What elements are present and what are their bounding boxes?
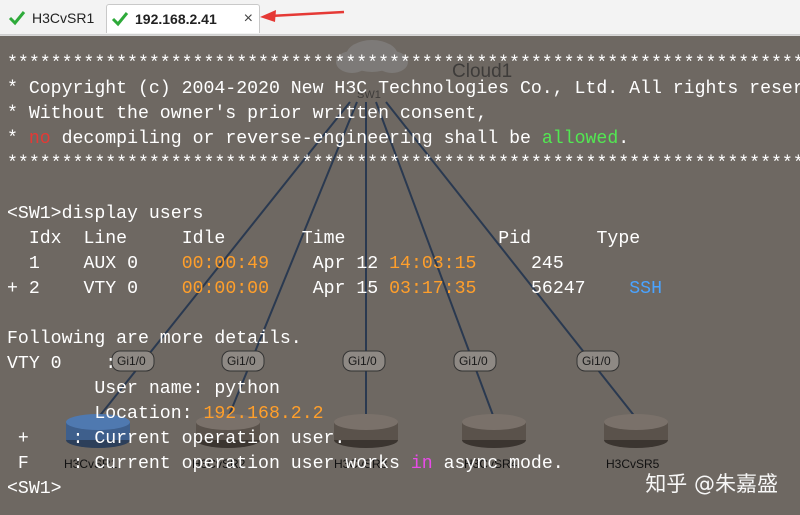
row-idle: 00:00:49 <box>181 254 270 274</box>
header-idle: Idle <box>181 229 226 249</box>
header-time: Time <box>301 229 346 249</box>
row-date: Apr 15 <box>312 279 379 299</box>
header-type: Type <box>596 229 641 249</box>
row-idle: 00:00:00 <box>181 279 270 299</box>
row-date: Apr 12 <box>312 254 379 274</box>
row-idx: 2 <box>28 279 40 299</box>
tab-label: H3CvSR1 <box>32 10 95 26</box>
row-mark: + <box>7 279 29 299</box>
legend-plus: + : Current operation user. <box>7 429 346 449</box>
connected-check-icon <box>111 12 129 27</box>
banner-copyright: * Copyright (c) 2004-2020 New H3C Techno… <box>7 79 800 99</box>
location-value: 192.168.2.2 <box>203 404 324 424</box>
connected-check-icon <box>8 11 26 26</box>
banner-text: decompiling or reverse-engineering shall… <box>50 129 542 149</box>
row-type: SSH <box>629 279 663 299</box>
red-arrow-annotation-icon <box>260 10 345 22</box>
row-clock: 03:17:35 <box>389 279 477 299</box>
vty-label: VTY 0 : <box>7 354 117 374</box>
banner-no-word: no <box>28 129 51 149</box>
command-prompt: <SW1> <box>7 479 62 499</box>
watermark: 知乎 @朱嘉盛 <box>645 472 778 496</box>
row-clock: 14:03:15 <box>389 254 477 274</box>
location-label: Location: <box>7 404 204 424</box>
banner-stars: ****************************************… <box>7 154 800 174</box>
terminal-output[interactable]: ****************************************… <box>0 52 800 515</box>
header-pid: Pid <box>498 229 531 249</box>
tab-label: 192.168.2.41 <box>135 11 217 27</box>
legend-f: F : Current operation user works <box>7 454 411 474</box>
row-line: VTY 0 <box>83 279 139 299</box>
banner-text: . <box>618 129 630 149</box>
tab-h3cvsr1[interactable]: H3CvSR1 <box>4 4 104 32</box>
command-line: <SW1>display users <box>7 204 204 224</box>
legend-in-word: in <box>410 454 433 474</box>
username-line: User name: python <box>7 379 280 399</box>
banner-consent: * Without the owner's prior written cons… <box>7 104 488 124</box>
legend-f-end: async mode. <box>432 454 564 474</box>
row-line: AUX 0 <box>83 254 139 274</box>
banner-allowed-word: allowed <box>541 129 619 149</box>
header-idx: Idx <box>28 229 62 249</box>
header-line: Line <box>83 229 128 249</box>
row-mark <box>7 254 29 274</box>
details-heading: Following are more details. <box>7 329 302 349</box>
close-tab-icon[interactable]: × <box>244 10 253 28</box>
tab-192-168-2-41[interactable]: 192.168.2.41 × <box>106 4 260 33</box>
row-pid: 56247 <box>531 279 586 299</box>
banner-stars: ****************************************… <box>7 54 800 74</box>
banner-text: * <box>7 129 29 149</box>
row-idx: 1 <box>28 254 40 274</box>
tab-bar: H3CvSR1 192.168.2.41 × <box>0 0 800 35</box>
row-pid: 245 <box>531 254 564 274</box>
